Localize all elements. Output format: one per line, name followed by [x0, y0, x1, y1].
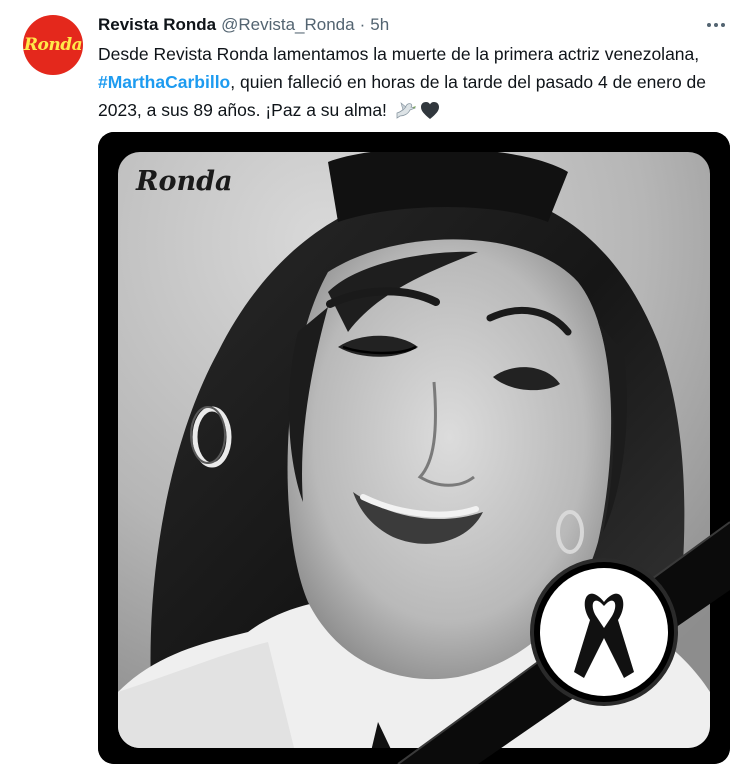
black-heart-emoji-icon: [420, 100, 440, 128]
tweet-header: Revista Ronda @Revista_Ronda · 5h: [98, 13, 389, 37]
hashtag-link[interactable]: #MarthaCarbillo: [98, 72, 230, 92]
author-handle[interactable]: @Revista_Ronda: [221, 15, 355, 35]
tweet-text-part1: Desde Revista Ronda lamentamos la muerte…: [98, 44, 700, 64]
author-display-name[interactable]: Revista Ronda: [98, 15, 216, 35]
ronda-watermark: Ronda: [135, 166, 232, 197]
tweet-media-image[interactable]: Ronda: [98, 132, 730, 764]
avatar[interactable]: Ronda: [23, 15, 83, 75]
more-options-button[interactable]: [702, 14, 730, 36]
dove-emoji-icon: [395, 100, 417, 128]
tweet-card: Ronda Revista Ronda @Revista_Ronda · 5h …: [0, 0, 748, 773]
tweet-text: Desde Revista Ronda lamentamos la muerte…: [98, 40, 728, 128]
tweet-timestamp[interactable]: 5h: [370, 15, 389, 35]
mourning-ribbon-icon: [530, 558, 678, 706]
separator-dot: ·: [359, 15, 366, 34]
more-icon: [707, 23, 725, 27]
avatar-logo: Ronda: [23, 35, 83, 55]
